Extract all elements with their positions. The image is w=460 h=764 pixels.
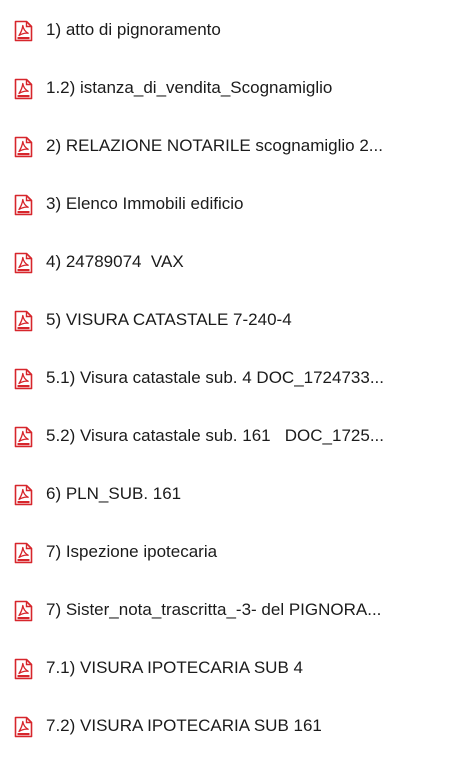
file-name: 7.1) VISURA IPOTECARIA SUB 4 (46, 658, 303, 677)
pdf-file-icon (14, 194, 33, 216)
pdf-file-icon (14, 426, 33, 448)
pdf-file-icon (14, 136, 33, 158)
file-item[interactable]: 5.1) Visura catastale sub. 4 DOC_1724733… (0, 360, 460, 396)
file-name: 3) Elenco Immobili edificio (46, 194, 244, 213)
pdf-file-icon (14, 20, 33, 42)
file-item[interactable]: 5) VISURA CATASTALE 7-240-4 (0, 302, 460, 338)
file-item[interactable]: 7.1) VISURA IPOTECARIA SUB 4 (0, 650, 460, 686)
file-item[interactable]: 2) RELAZIONE NOTARILE scognamiglio 2... (0, 128, 460, 164)
file-name: 2) RELAZIONE NOTARILE scognamiglio 2... (46, 136, 383, 155)
file-name: 6) PLN_SUB. 161 (46, 484, 182, 503)
file-name: 1.2) istanza_di_vendita_Scognamiglio (46, 78, 333, 97)
file-item[interactable]: 3) Elenco Immobili edificio (0, 186, 460, 222)
file-name: 4) 24789074 VAX (46, 252, 184, 271)
pdf-file-icon (14, 716, 33, 738)
pdf-file-icon (14, 78, 33, 100)
file-name: 5.1) Visura catastale sub. 4 DOC_1724733… (46, 368, 384, 387)
pdf-file-icon (14, 600, 33, 622)
pdf-file-icon (14, 368, 33, 390)
file-name: 5.2) Visura catastale sub. 161 DOC_1725.… (46, 426, 384, 445)
file-name: 1) atto di pignoramento (46, 20, 221, 39)
file-item[interactable]: 7) Sister_nota_trascritta_-3- del PIGNOR… (0, 592, 460, 628)
file-name: 5) VISURA CATASTALE 7-240-4 (46, 310, 292, 329)
file-item[interactable]: 5.2) Visura catastale sub. 161 DOC_1725.… (0, 418, 460, 454)
pdf-file-icon (14, 542, 33, 564)
file-name: 7.2) VISURA IPOTECARIA SUB 161 (46, 716, 322, 735)
pdf-file-icon (14, 252, 33, 274)
file-item[interactable]: 7) Ispezione ipotecaria (0, 534, 460, 570)
file-item[interactable]: 1) atto di pignoramento (0, 12, 460, 48)
pdf-file-icon (14, 658, 33, 680)
file-name: 7) Sister_nota_trascritta_-3- del PIGNOR… (46, 600, 382, 619)
file-item[interactable]: 6) PLN_SUB. 161 (0, 476, 460, 512)
file-name: 7) Ispezione ipotecaria (46, 542, 218, 561)
file-item[interactable]: 7.2) VISURA IPOTECARIA SUB 161 (0, 708, 460, 744)
pdf-file-icon (14, 310, 33, 332)
file-item[interactable]: 4) 24789074 VAX (0, 244, 460, 280)
file-item[interactable]: 1.2) istanza_di_vendita_Scognamiglio (0, 70, 460, 106)
pdf-file-icon (14, 484, 33, 506)
